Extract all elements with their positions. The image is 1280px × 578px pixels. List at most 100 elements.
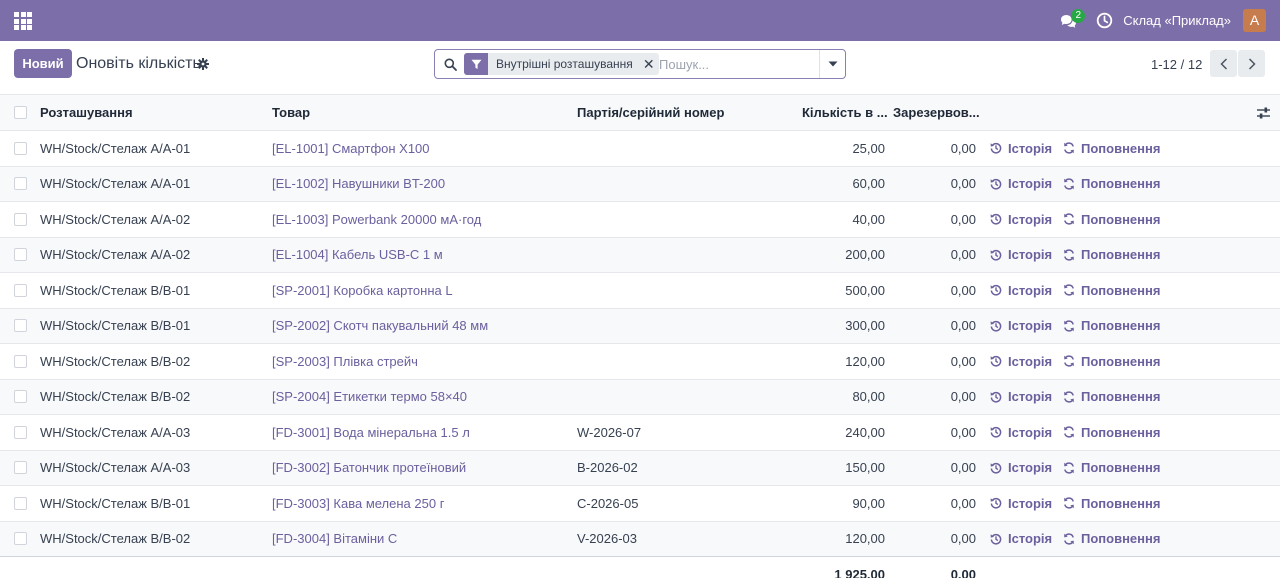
search-icon[interactable] (444, 58, 457, 71)
table-row[interactable]: WH/Stock/Стелаж A/A-03 [FD-3001] Вода мі… (0, 414, 1280, 450)
column-header-location[interactable]: Розташування (40, 95, 265, 130)
quantity-cell[interactable]: 60,00 (790, 167, 885, 202)
product-link[interactable]: [SP-2004] Етикетки термо 58×40 (272, 389, 467, 404)
history-button[interactable]: Історія (990, 415, 1060, 450)
facet-close-icon[interactable]: ✕ (639, 53, 659, 75)
row-checkbox[interactable] (14, 390, 27, 404)
replenish-button[interactable]: Поповнення (1063, 309, 1183, 344)
quantity-cell[interactable]: 150,00 (790, 451, 885, 486)
product-link[interactable]: [EL-1004] Кабель USB-C 1 м (272, 247, 443, 262)
pager-next-button[interactable] (1238, 50, 1265, 77)
quantity-cell[interactable]: 500,00 (790, 273, 885, 308)
refresh-icon (1064, 497, 1074, 509)
product-link[interactable]: [EL-1003] Powerbank 20000 мА·год (272, 212, 481, 227)
table-row[interactable]: WH/Stock/Стелаж A/A-02 [EL-1004] Кабель … (0, 236, 1280, 273)
history-button[interactable]: Історія (990, 167, 1060, 202)
product-link[interactable]: [EL-1001] Смартфон X100 (272, 141, 430, 156)
quantity-cell[interactable]: 240,00 (790, 415, 885, 450)
product-link[interactable]: [FD-3004] Вітаміни C (272, 531, 397, 546)
product-link[interactable]: [SP-2001] Коробка картонна L (272, 283, 453, 298)
product-link[interactable]: [FD-3003] Кава мелена 250 г (272, 496, 444, 511)
row-checkbox[interactable] (14, 425, 27, 439)
table-row[interactable]: WH/Stock/Стелаж B/B-02 [SP-2003] Плівка … (0, 343, 1280, 379)
row-checkbox[interactable] (14, 496, 27, 510)
quantity-cell[interactable]: 25,00 (790, 131, 885, 166)
pager-value[interactable]: 1-12 / 12 (1151, 57, 1202, 72)
history-label: Історія (1008, 460, 1053, 476)
quantity-cell[interactable]: 120,00 (790, 344, 885, 379)
product-link[interactable]: [FD-3002] Батончик протеїновий (272, 460, 466, 475)
history-button[interactable]: Історія (990, 273, 1060, 308)
quantity-cell[interactable]: 200,00 (790, 238, 885, 273)
quantity-cell[interactable]: 300,00 (790, 309, 885, 344)
table-row[interactable]: WH/Stock/Стелаж B/B-01 [SP-2002] Скотч п… (0, 307, 1280, 344)
history-button[interactable]: Історія (990, 131, 1060, 166)
replenish-button[interactable]: Поповнення (1063, 238, 1183, 273)
table-row[interactable]: WH/Stock/Стелаж B/B-02 [SP-2004] Етикетк… (0, 378, 1280, 415)
history-button[interactable]: Історія (990, 486, 1060, 521)
row-checkbox[interactable] (14, 177, 27, 191)
clock-icon[interactable] (1096, 12, 1113, 29)
replenish-button[interactable]: Поповнення (1063, 202, 1183, 237)
column-header-quantity[interactable]: Кількість в ... (802, 95, 897, 130)
replenish-button[interactable]: Поповнення (1063, 415, 1183, 450)
column-header-product[interactable]: Товар (272, 95, 572, 130)
replenish-button[interactable]: Поповнення (1063, 380, 1183, 415)
product-link[interactable]: [EL-1002] Навушники BT-200 (272, 176, 445, 191)
search-input[interactable] (659, 54, 819, 74)
table-row[interactable]: WH/Stock/Стелаж B/B-01 [SP-2001] Коробка… (0, 272, 1280, 308)
row-checkbox[interactable] (14, 532, 27, 546)
quantity-cell[interactable]: 40,00 (790, 202, 885, 237)
history-button[interactable]: Історія (990, 344, 1060, 379)
optional-columns-toggle[interactable] (1257, 95, 1271, 130)
table-row[interactable]: WH/Stock/Стелаж A/A-03 [FD-3002] Батончи… (0, 449, 1280, 486)
company-switcher[interactable]: Склад «Приклад» (1123, 13, 1231, 28)
product-link[interactable]: [SP-2002] Скотч пакувальний 48 мм (272, 318, 488, 333)
history-button[interactable]: Історія (990, 522, 1060, 557)
table-row[interactable]: WH/Stock/Стелаж B/B-02 [FD-3004] Вітамін… (0, 520, 1280, 557)
product-link[interactable]: [SP-2003] Плівка стрейч (272, 354, 418, 369)
row-checkbox[interactable] (14, 141, 27, 155)
search-options-toggle[interactable] (819, 50, 845, 78)
row-checkbox[interactable] (14, 283, 27, 297)
replenish-button[interactable]: Поповнення (1063, 344, 1183, 379)
new-button[interactable]: Новий (14, 49, 72, 78)
facet-label: Внутрішні розташування (496, 57, 633, 71)
pager-previous-button[interactable] (1210, 50, 1237, 77)
replenish-button[interactable]: Поповнення (1063, 273, 1183, 308)
history-button[interactable]: Історія (990, 309, 1060, 344)
table-row[interactable]: WH/Stock/Стелаж A/A-02 [EL-1003] Powerba… (0, 201, 1280, 237)
apps-menu-icon[interactable] (14, 12, 32, 30)
replenish-label: Поповнення (1081, 353, 1161, 369)
history-button[interactable]: Історія (990, 238, 1060, 273)
replenish-button[interactable]: Поповнення (1063, 167, 1183, 202)
replenish-button[interactable]: Поповнення (1063, 522, 1183, 557)
replenish-button[interactable]: Поповнення (1063, 486, 1183, 521)
history-button[interactable]: Історія (990, 202, 1060, 237)
messaging-menu[interactable]: 2 (1060, 8, 1086, 31)
row-checkbox[interactable] (14, 212, 27, 226)
row-checkbox[interactable] (14, 319, 27, 333)
history-button[interactable]: Історія (990, 380, 1060, 415)
replenish-button[interactable]: Поповнення (1063, 451, 1183, 486)
column-header-reserved[interactable]: Зарезервов... (893, 95, 979, 130)
table-row[interactable]: WH/Stock/Стелаж A/A-01 [EL-1002] Навушни… (0, 165, 1280, 202)
table-row[interactable]: WH/Stock/Стелаж B/B-01 [FD-3003] Кава ме… (0, 485, 1280, 521)
user-avatar[interactable]: A (1243, 9, 1266, 32)
replenish-button[interactable]: Поповнення (1063, 131, 1183, 166)
row-checkbox[interactable] (14, 248, 27, 262)
history-icon (990, 249, 1002, 261)
row-checkbox[interactable] (14, 461, 27, 475)
column-header-lot[interactable]: Партія/серійний номер (577, 95, 787, 130)
select-all-checkbox[interactable] (14, 106, 27, 119)
row-checkbox[interactable] (14, 354, 27, 368)
quantity-cell[interactable]: 90,00 (790, 486, 885, 521)
sliders-icon (1257, 107, 1270, 118)
table-totals-row: 1 925,00 0,00 (0, 556, 1280, 578)
history-button[interactable]: Історія (990, 451, 1060, 486)
quantity-cell[interactable]: 120,00 (790, 522, 885, 557)
gear-icon[interactable] (197, 58, 209, 70)
product-link[interactable]: [FD-3001] Вода мінеральна 1.5 л (272, 425, 470, 440)
quantity-cell[interactable]: 80,00 (790, 380, 885, 415)
table-row[interactable]: WH/Stock/Стелаж A/A-01 [EL-1001] Смартфо… (0, 130, 1280, 166)
